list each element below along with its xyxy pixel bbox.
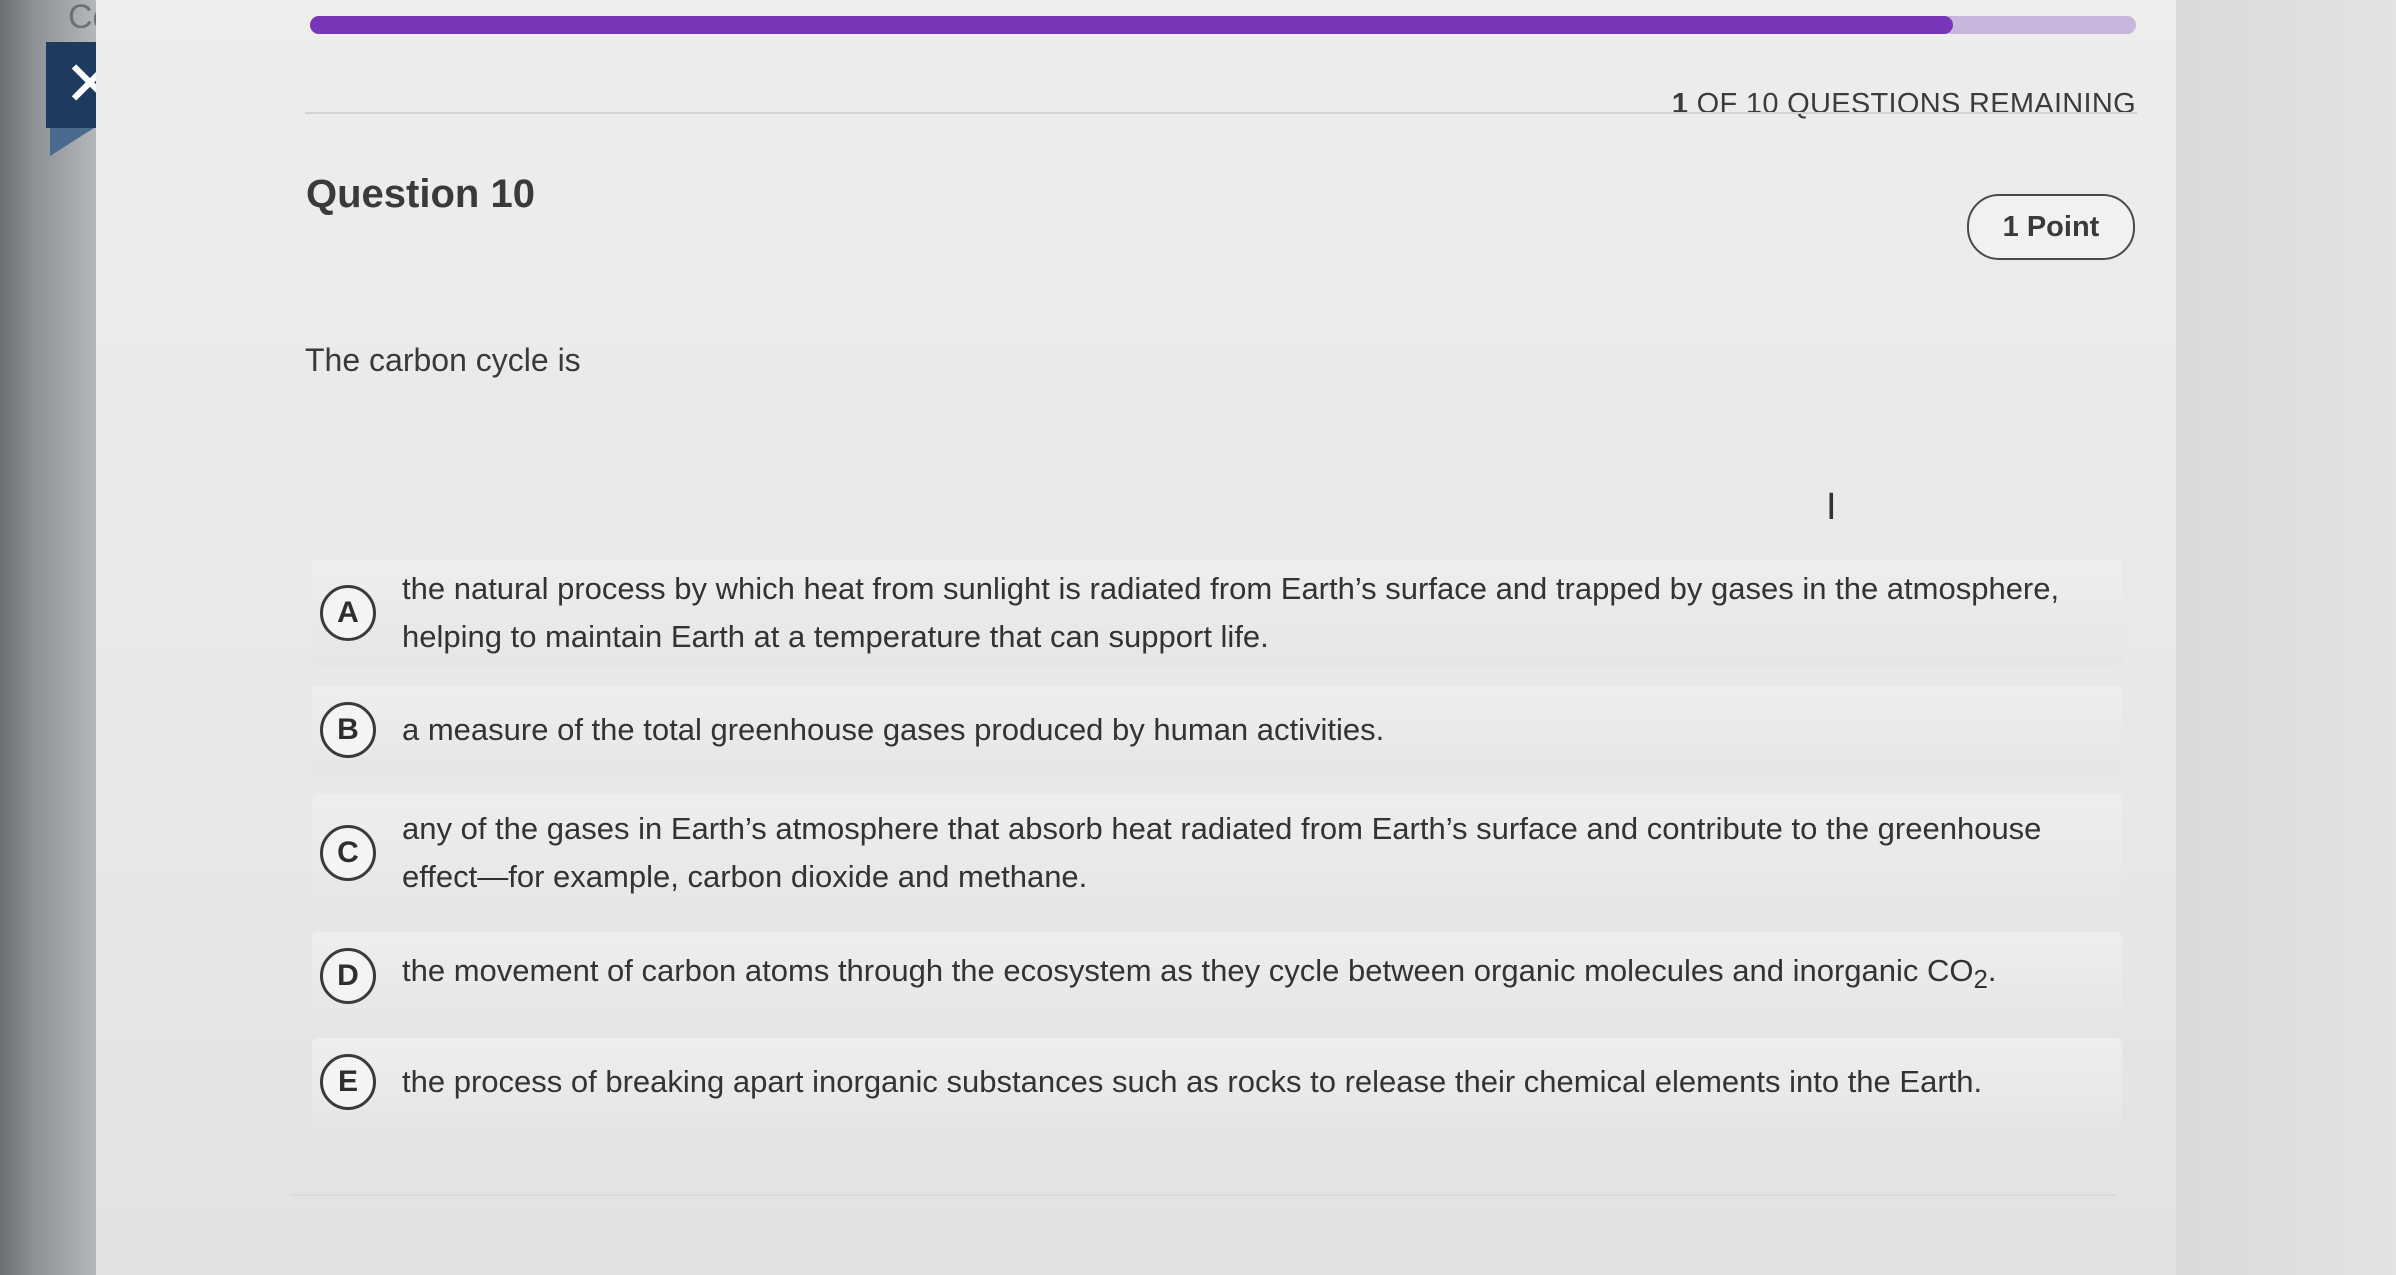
option-text-d-end: . xyxy=(1987,953,1997,989)
progress-bar xyxy=(310,16,2136,34)
questions-remaining: 1 OF 10 QUESTIONS REMAINING xyxy=(1672,88,2136,121)
option-letter-d: D xyxy=(320,948,376,1004)
answer-option-a[interactable]: A the natural process by which heat from… xyxy=(312,560,2122,666)
option-letter-a: A xyxy=(320,585,376,641)
answer-option-c[interactable]: C any of the gases in Earth’s atmosphere… xyxy=(312,794,2122,912)
answer-option-b[interactable]: B a measure of the total greenhouse gase… xyxy=(312,686,2122,774)
remaining-count: 1 xyxy=(1671,88,1689,120)
remaining-label: OF 10 QUESTIONS REMAINING xyxy=(1696,88,2136,120)
option-text-d-subscript: 2 xyxy=(1973,966,1988,995)
points-badge: 1 Point xyxy=(1967,194,2135,260)
bottom-divider xyxy=(290,1194,2116,1196)
close-tab-decoration xyxy=(50,128,94,156)
answer-option-d[interactable]: D the movement of carbon atoms through t… xyxy=(312,932,2122,1020)
right-background xyxy=(2176,0,2396,1275)
option-letter-b: B xyxy=(320,702,376,758)
option-text-a: the natural process by which heat from s… xyxy=(402,571,2060,654)
answer-option-e[interactable]: E the process of breaking apart inorgani… xyxy=(312,1038,2122,1126)
option-text-c: any of the gases in Earth’s atmosphere t… xyxy=(402,811,2042,894)
question-prompt: The carbon cycle is xyxy=(305,342,581,378)
option-text-b: a measure of the total greenhouse gases … xyxy=(402,712,1385,747)
progress-bar-fill xyxy=(310,16,1954,34)
header-divider xyxy=(305,112,2137,114)
option-letter-e: E xyxy=(320,1054,376,1110)
left-background-strip xyxy=(0,0,96,1275)
option-text-e: the process of breaking apart inorganic … xyxy=(402,1064,1983,1099)
option-letter-c: C xyxy=(320,825,376,881)
question-title: Question 10 xyxy=(306,172,535,216)
text-cursor-icon: I xyxy=(1826,486,1837,528)
option-text-d: the movement of carbon atoms through the… xyxy=(402,947,2102,1004)
option-text-d-main: the movement of carbon atoms through the… xyxy=(402,953,1974,989)
